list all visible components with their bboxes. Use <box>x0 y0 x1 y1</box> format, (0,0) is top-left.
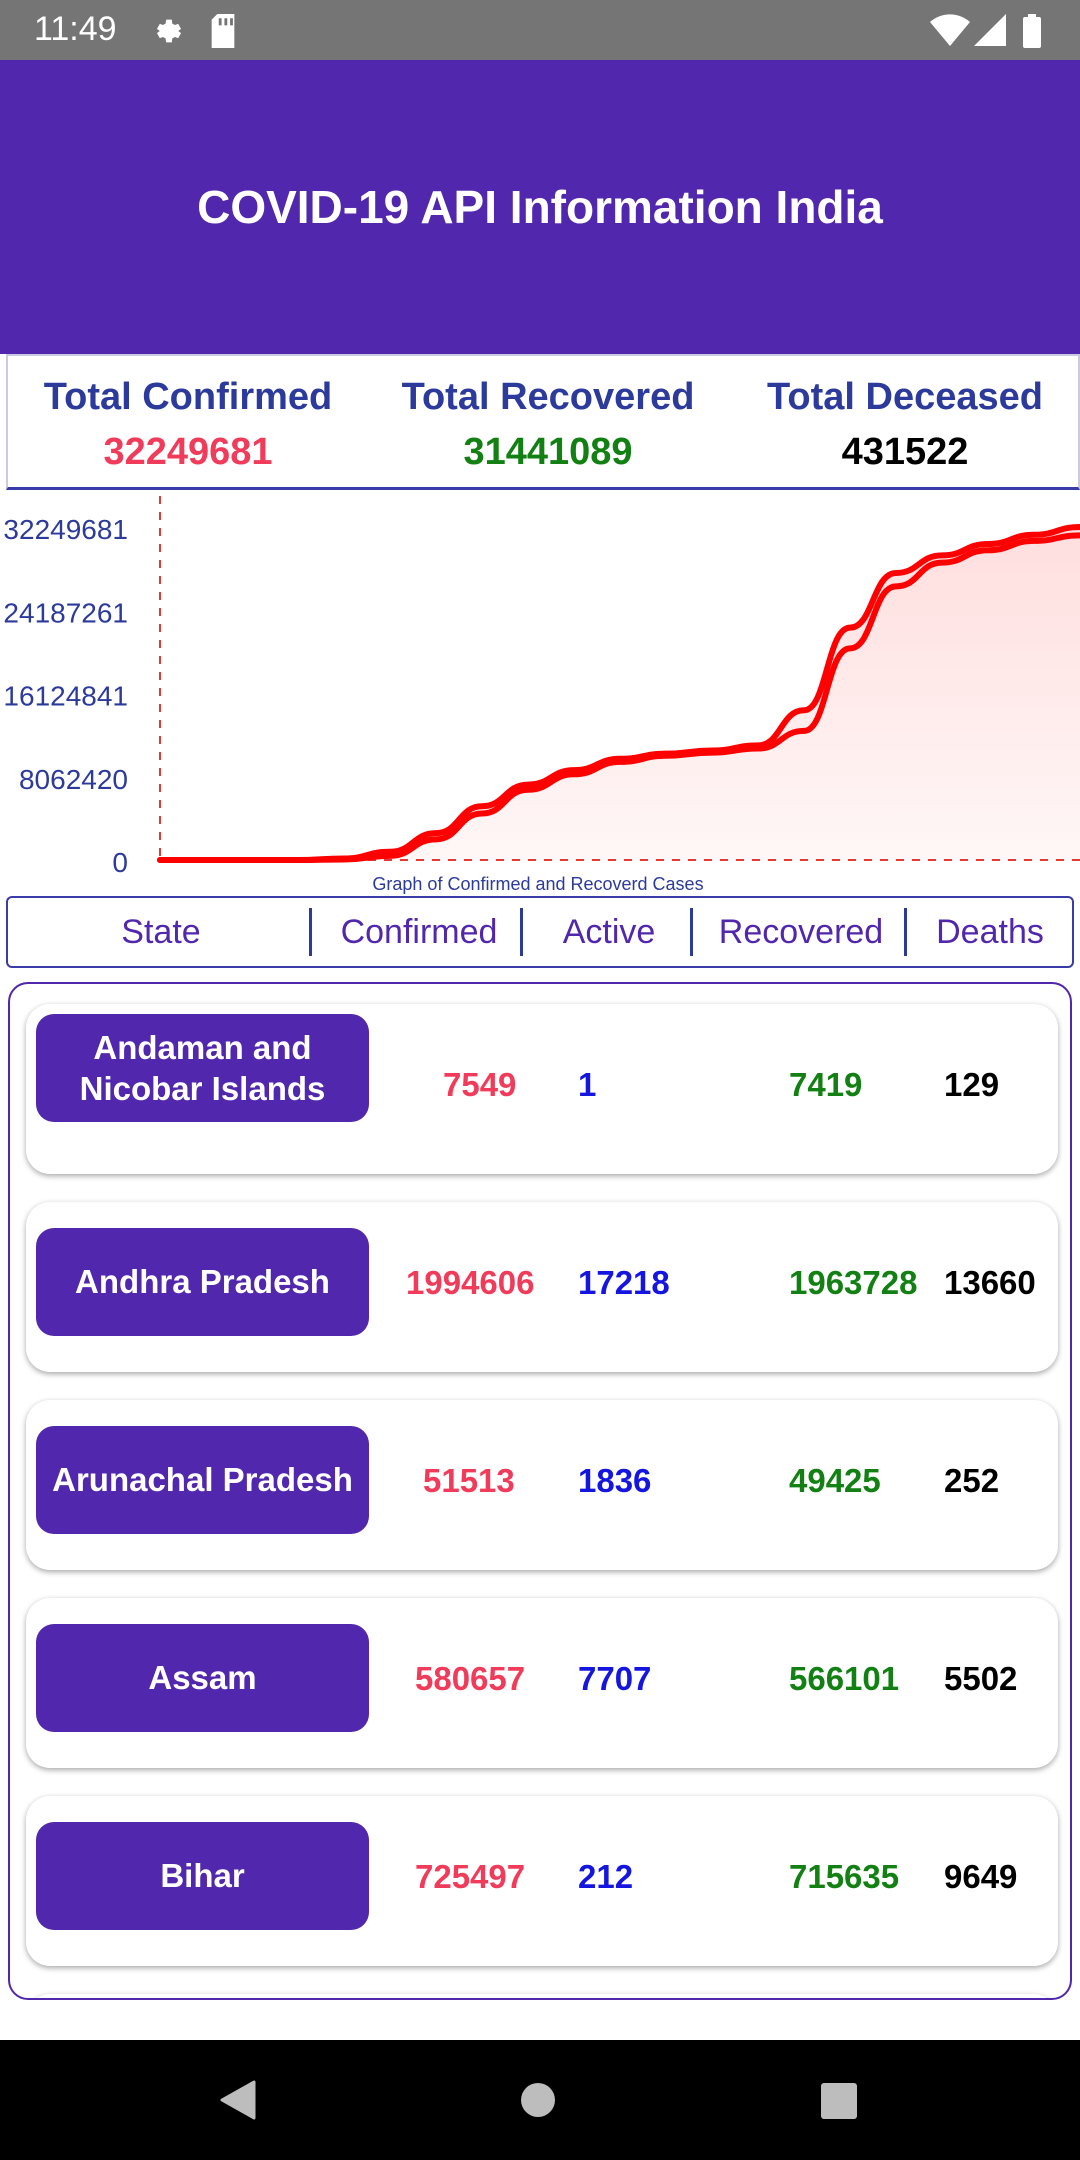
total-confirmed: Total Confirmed 32249681 <box>8 356 368 474</box>
deaths-value: 5502 <box>944 1660 1018 1697</box>
header-state: State <box>121 913 201 951</box>
confirmed-value: 725497 <box>415 1858 526 1895</box>
deaths-value: 9649 <box>944 1858 1018 1895</box>
active-value: 212 <box>578 1858 634 1895</box>
state-row[interactable]: Andaman and Nicobar Islands 7549 1 7419 … <box>26 1004 1058 1174</box>
header-divider <box>690 908 693 956</box>
confirmed-value: 51513 <box>423 1462 515 1499</box>
home-icon[interactable] <box>520 2082 556 2118</box>
confirmed-value: 580657 <box>415 1660 526 1697</box>
state-button[interactable]: Assam <box>36 1624 369 1732</box>
state-button[interactable]: Andhra Pradesh <box>36 1228 369 1336</box>
total-recovered-label: Total Recovered <box>401 376 695 418</box>
state-button[interactable]: Andaman and Nicobar Islands <box>36 1014 369 1122</box>
deaths-value: 129 <box>944 1066 1000 1103</box>
header-recovered: Recovered <box>718 913 884 951</box>
navigation-bar <box>0 2040 1080 2160</box>
header-deaths: Deaths <box>936 913 1044 951</box>
cases-chart: 0 8062420 16124841 24187261 32249681 Graph of… <box>3 496 1080 894</box>
state-list[interactable]: Andaman and Nicobar Islands 7549 1 7419 … <box>8 982 1072 2000</box>
active-value: 1 <box>578 1066 597 1103</box>
total-deceased-label: Total Deceased <box>767 376 1043 418</box>
recovered-value: 566101 <box>789 1660 900 1697</box>
header-confirmed: Confirmed <box>340 913 498 951</box>
recents-icon[interactable] <box>820 2082 858 2120</box>
confirmed-value: 1994606 <box>406 1264 535 1301</box>
state-button[interactable]: Arunachal Pradesh <box>36 1426 369 1534</box>
chart-caption: Graph of Confirmed and Recoverd Cases <box>372 874 703 894</box>
sd-card-icon <box>211 14 235 48</box>
table-header: State Confirmed Active Recovered Deaths <box>6 896 1074 968</box>
total-confirmed-value: 32249681 <box>103 431 273 473</box>
total-confirmed-label: Total Confirmed <box>43 376 333 418</box>
active-value: 17218 <box>578 1264 670 1301</box>
state-button[interactable]: Bihar <box>36 1822 369 1930</box>
state-row[interactable]: Arunachal Pradesh 51513 1836 49425 252 <box>26 1400 1058 1570</box>
recovered-value: 7419 <box>789 1066 863 1103</box>
total-recovered: Total Recovered 31441089 <box>368 356 728 474</box>
chart-y-tick-label: 16124841 <box>3 681 128 712</box>
confirmed-value: 7549 <box>443 1066 517 1103</box>
header-active: Active <box>562 913 656 951</box>
active-value: 7707 <box>578 1660 652 1697</box>
deaths-value: 13660 <box>944 1264 1036 1301</box>
total-deceased: Total Deceased 431522 <box>728 356 1080 474</box>
chart-y-tick-label: 0 <box>112 847 128 878</box>
total-recovered-value: 31441089 <box>463 431 633 473</box>
recovered-value: 1963728 <box>789 1264 918 1301</box>
status-time: 11:49 <box>34 10 117 48</box>
header-divider <box>904 908 907 956</box>
header-divider <box>309 908 312 956</box>
recovered-value: 49425 <box>789 1462 881 1499</box>
recovered-value: 715635 <box>789 1858 900 1895</box>
back-icon[interactable] <box>218 2080 256 2120</box>
total-deceased-value: 431522 <box>841 431 969 473</box>
settings-icon <box>156 19 182 43</box>
deaths-value: 252 <box>944 1462 1000 1499</box>
app-title: COVID-19 API Information India <box>197 181 883 233</box>
state-row[interactable]: Bihar 725497 212 715635 9649 <box>26 1796 1058 1966</box>
state-row[interactable]: Andhra Pradesh 1994606 17218 1963728 136… <box>26 1202 1058 1372</box>
state-row[interactable]: Assam 580657 7707 566101 5502 <box>26 1598 1058 1768</box>
status-bar: 11:49 <box>0 0 1080 60</box>
header-divider <box>520 908 523 956</box>
signal-icon <box>974 14 1006 46</box>
battery-icon <box>1023 14 1041 48</box>
chart-y-tick-label: 24187261 <box>3 597 128 628</box>
app-bar: COVID-19 API Information India <box>0 60 1080 354</box>
totals-summary: Total Confirmed 32249681 Total Recovered… <box>6 354 1080 490</box>
chart-area-fill <box>160 527 1080 860</box>
chart-y-tick-label: 8062420 <box>19 764 128 795</box>
wifi-icon <box>930 14 970 46</box>
state-row[interactable] <box>26 1994 1058 1998</box>
chart-y-tick-label: 32249681 <box>3 514 128 545</box>
active-value: 1836 <box>578 1462 652 1499</box>
